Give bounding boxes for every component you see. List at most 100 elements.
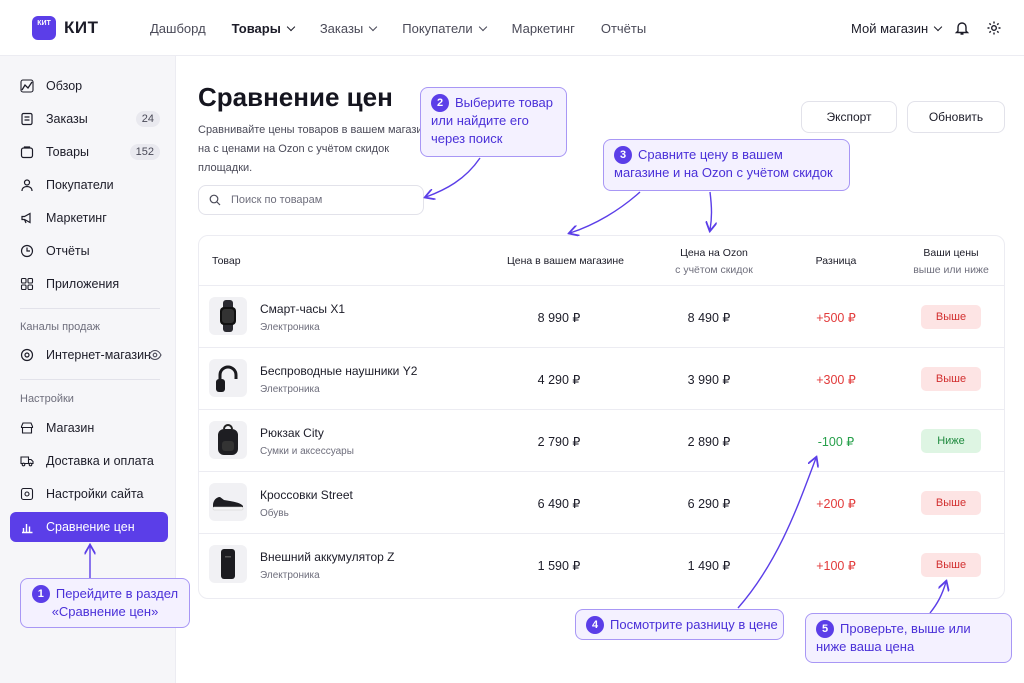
nav-customers[interactable]: Покупатели (402, 21, 487, 36)
table-row[interactable]: Внешний аккумулятор Z Электроника 1 590 … (199, 533, 1004, 595)
store-price: 8 990 ₽ (537, 311, 581, 325)
store-switcher[interactable]: Мой магазин (851, 21, 943, 36)
bell-icon[interactable] (954, 20, 970, 36)
price-comparison-table: Товар Цена в вашем магазине Цена на Ozon… (198, 235, 1005, 599)
sidebar-item-overview[interactable]: Обзор (10, 72, 168, 100)
callout-step-4: 4 Посмотрите разницу в цене (575, 609, 784, 640)
products-icon (20, 145, 34, 159)
sidebar-item-products[interactable]: Товары 152 (10, 138, 168, 166)
product-category: Электроника (260, 384, 320, 395)
nav-label: Заказы (319, 21, 364, 36)
price-difference: +500 ₽ (816, 311, 856, 325)
sidebar-item-label: Доставка и оплата (46, 454, 154, 468)
store-price: 4 290 ₽ (537, 373, 581, 387)
sidebar-item-marketing[interactable]: Маркетинг (10, 204, 168, 232)
smartwatch-icon (209, 297, 247, 335)
nav-products[interactable]: Товары (231, 21, 296, 36)
table-row[interactable]: Смарт-часы X1 Электроника 8 990 ₽ 8 490 … (199, 285, 1004, 347)
step-number: 2 (431, 94, 449, 112)
header-your-prices-label: Ваши цены (923, 247, 979, 259)
reports-icon (20, 244, 34, 258)
product-category: Сумки и аксессуары (260, 446, 354, 457)
logo-icon[interactable]: КИТ (32, 16, 56, 40)
callout-step-2: 2 Выберите товар или найдите его через по… (420, 87, 567, 157)
export-button[interactable]: Экспорт (801, 101, 897, 133)
nav-reports[interactable]: Отчёты (601, 21, 646, 36)
refresh-button[interactable]: Обновить (907, 101, 1005, 133)
sidebar-divider (20, 379, 160, 380)
chevron-down-icon (478, 22, 487, 32)
sidebar-item-label: Заказы (46, 112, 88, 126)
search-icon (209, 194, 221, 206)
product-name: Кроссовки Street (260, 488, 353, 502)
shop-icon (20, 421, 34, 435)
sidebar-item-label: Сравнение цен (46, 520, 135, 534)
callout-step-3: 3 Сравните цену в вашем магазине и на Ozo… (603, 139, 850, 191)
ozon-price: 1 490 ₽ (687, 559, 731, 573)
ozon-price: 6 290 ₽ (687, 497, 731, 511)
eye-icon[interactable] (148, 349, 162, 364)
price-difference: +100 ₽ (816, 559, 856, 573)
sidebar-item-label: Отчёты (46, 244, 90, 258)
search-box[interactable] (198, 185, 424, 215)
main-nav: Дашборд Товары Заказы Покупатели Маркети… (150, 21, 646, 36)
nav-orders[interactable]: Заказы (319, 21, 378, 36)
store-channel-icon (20, 348, 34, 362)
product-category: Электроника (260, 570, 320, 581)
search-input[interactable] (231, 194, 411, 206)
status-badge: Выше (921, 367, 981, 391)
sidebar-item-delivery[interactable]: Доставка и оплата (10, 447, 168, 475)
sidebar-item-customers[interactable]: Покупатели (10, 171, 168, 199)
step-number: 4 (586, 616, 604, 634)
sidebar-item-label: Обзор (46, 79, 83, 93)
nav-dashboard[interactable]: Дашборд (150, 21, 206, 36)
step-number: 5 (816, 620, 834, 638)
callout-text: Проверьте, выше или ниже ваша цена (816, 621, 971, 654)
ozon-price: 8 490 ₽ (687, 311, 731, 325)
header-your-prices: Ваши цены выше или ниже (899, 247, 1003, 276)
sidebar-item-orders[interactable]: Заказы 24 (10, 105, 168, 133)
table-row[interactable]: Беспроводные наушники Y2 Электроника 4 2… (199, 347, 1004, 409)
sidebar-item-site-settings[interactable]: Настройки сайта (10, 480, 168, 508)
table-row[interactable]: Рюкзак City Сумки и аксессуары 2 790 ₽ 2… (199, 409, 1004, 471)
callout-text: Посмотрите разницу в цене (610, 617, 778, 632)
price-difference: -100 ₽ (817, 435, 855, 449)
bar-chart-icon (20, 520, 34, 534)
status-badge: Ниже (921, 429, 981, 453)
sidebar-item-label: Интернет-магазин (46, 348, 151, 362)
ozon-price: 2 890 ₽ (687, 435, 731, 449)
header-product: Товар (212, 255, 241, 267)
nav-label: Маркетинг (511, 21, 575, 36)
product-name: Рюкзак City (260, 426, 324, 440)
store-price: 6 490 ₽ (537, 497, 581, 511)
table-row[interactable]: Кроссовки Street Обувь 6 490 ₽ 6 290 ₽ +… (199, 471, 1004, 533)
nav-label: Отчёты (600, 21, 647, 36)
sidebar-item-label: Приложения (46, 277, 120, 291)
sidebar-item-apps[interactable]: Приложения (10, 270, 168, 298)
step-number: 1 (31, 585, 50, 603)
gear-icon[interactable] (986, 20, 1002, 36)
page-subtitle: Сравнивайте цены товаров в вашем магазин… (198, 124, 435, 174)
count-badge: 152 (129, 144, 160, 160)
header-ozon-price-label: Цена на Ozon (680, 247, 748, 259)
nav-label: Покупатели (402, 21, 473, 36)
sidebar-item-label: Покупатели (46, 178, 114, 192)
megaphone-icon (20, 211, 34, 225)
sidebar-item-price-comparison[interactable]: Сравнение цен (10, 512, 168, 542)
callout-text: Перейдите в раздел «Сравнение цен» (51, 586, 179, 619)
header-your-prices-sub: выше или ниже (913, 264, 989, 276)
status-badge: Выше (921, 553, 981, 577)
sneaker-icon (209, 483, 247, 521)
store-price: 1 590 ₽ (537, 559, 581, 573)
nav-marketing[interactable]: Маркетинг (512, 21, 575, 36)
header-store-price: Цена в вашем магазине (506, 255, 625, 267)
step-number: 3 (614, 146, 632, 164)
sidebar-item-label: Товары (46, 145, 89, 159)
sidebar-item-online-store[interactable]: Интернет-магазин (10, 341, 168, 369)
product-name: Смарт-часы X1 (260, 302, 346, 316)
sidebar-item-shop[interactable]: Магазин (10, 414, 168, 442)
app-name[interactable]: КИТ (64, 18, 98, 38)
sidebar-item-reports[interactable]: Отчёты (10, 237, 168, 265)
nav-label: Товары (231, 21, 281, 36)
ozon-price: 3 990 ₽ (687, 373, 731, 387)
